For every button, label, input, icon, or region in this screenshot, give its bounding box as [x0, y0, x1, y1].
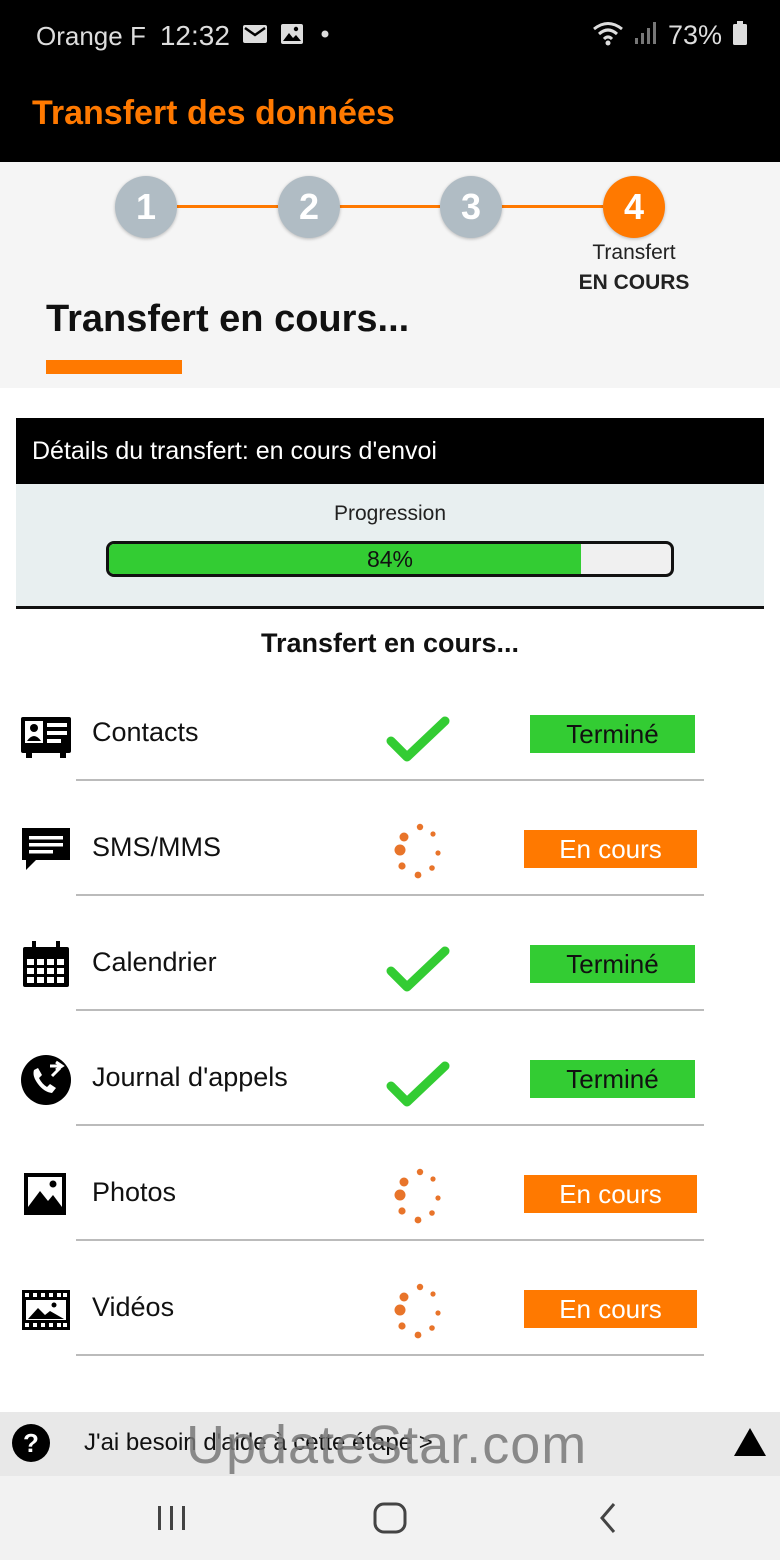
list-item-contacts: Contacts Terminé — [0, 685, 780, 800]
item-label: Journal d'appels — [92, 1062, 288, 1092]
list-item-videos: Vidéos En cours — [0, 1260, 780, 1375]
video-icon — [20, 1284, 72, 1336]
spinner-icon — [385, 1165, 451, 1231]
carrier-name: Orange F — [36, 20, 146, 51]
status-badge: En cours — [524, 830, 697, 868]
row-divider — [76, 1124, 704, 1126]
step-connector — [501, 205, 603, 208]
page-title: Transfert en cours... — [46, 298, 410, 340]
mail-icon — [242, 23, 268, 50]
row-divider — [76, 1009, 704, 1011]
details-header: Détails du transfert: en cours d'envoi — [16, 418, 764, 484]
expand-up-icon[interactable] — [732, 1426, 768, 1458]
item-label: SMS/MMS — [92, 832, 222, 862]
row-divider — [76, 1354, 704, 1356]
step-1: 1 — [115, 176, 177, 238]
status-badge: Terminé — [530, 715, 695, 753]
battery-icon — [732, 20, 748, 51]
step-caption-line1: Transfert — [592, 241, 676, 264]
step-caption-line2: EN COURS — [578, 271, 690, 294]
item-label: Photos — [92, 1177, 177, 1207]
check-icon — [385, 705, 451, 771]
step-caption: Transfert EN COURS — [564, 238, 704, 298]
progress-label: Progression — [333, 502, 447, 525]
signal-icon — [634, 20, 658, 51]
status-bar: Orange F 12:32 73% — [0, 0, 780, 78]
list-item-sms: SMS/MMS En cours — [0, 800, 780, 915]
divider — [16, 606, 764, 609]
photo-icon — [20, 1169, 72, 1221]
watermark: UpdateStar.com — [186, 1415, 588, 1475]
step-2: 2 — [278, 176, 340, 238]
progress-panel: Progression 84% — [16, 484, 764, 606]
item-label: Vidéos — [92, 1292, 175, 1322]
navigation-bar — [0, 1476, 780, 1560]
app-bar: Transfert des données — [0, 78, 780, 162]
help-question-icon[interactable]: ? — [12, 1424, 50, 1462]
wifi-icon — [592, 20, 624, 51]
item-label: Contacts — [92, 717, 199, 747]
step-connector — [339, 205, 440, 208]
list-item-calendar: Calendrier Terminé — [0, 915, 780, 1030]
list-title: Transfert en cours... — [260, 628, 520, 658]
call-log-icon — [20, 1054, 72, 1106]
home-icon[interactable] — [368, 1496, 412, 1540]
recent-apps-icon[interactable] — [150, 1496, 194, 1540]
status-left: Orange F 12:32 — [36, 20, 334, 52]
progress-bar: 84% — [106, 541, 674, 577]
image-icon — [280, 23, 304, 50]
battery-percentage: 73% — [667, 20, 722, 50]
back-icon[interactable] — [586, 1496, 630, 1540]
list-item-call-log: Journal d'appels Terminé — [0, 1030, 780, 1145]
step-3: 3 — [440, 176, 502, 238]
spinner-icon — [385, 820, 451, 886]
calendar-icon — [20, 939, 72, 991]
check-icon — [385, 935, 451, 1001]
status-badge: En cours — [524, 1290, 697, 1328]
status-badge: Terminé — [530, 1060, 695, 1098]
list-item-photos: Photos En cours — [0, 1145, 780, 1260]
item-label: Calendrier — [92, 947, 217, 977]
message-icon — [20, 824, 72, 876]
row-divider — [76, 894, 704, 896]
spinner-icon — [385, 1280, 451, 1346]
clock: 12:32 — [159, 20, 230, 51]
status-badge: Terminé — [530, 945, 695, 983]
contact-card-icon — [20, 709, 72, 761]
row-divider — [76, 1239, 704, 1241]
step-4-active: 4 — [603, 176, 665, 238]
title-underline — [46, 360, 182, 374]
app-title: Transfert des données — [32, 94, 395, 132]
status-badge: En cours — [524, 1175, 697, 1213]
progress-percent: 84% — [366, 546, 414, 572]
step-connector — [177, 205, 278, 208]
status-right: 73% — [592, 20, 748, 51]
row-divider — [76, 779, 704, 781]
dot-icon — [316, 23, 334, 50]
check-icon — [385, 1050, 451, 1116]
